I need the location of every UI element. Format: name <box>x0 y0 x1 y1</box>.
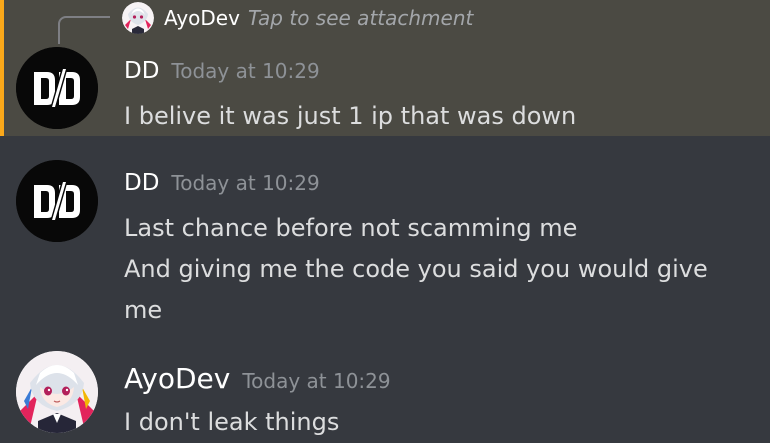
reply-avatar-icon[interactable] <box>122 2 154 34</box>
reply-connector <box>58 16 110 44</box>
message-header: AyoDev Today at 10:29 <box>124 362 391 395</box>
dd-logo-avatar-icon[interactable] <box>16 47 98 129</box>
message-line: me <box>124 296 163 324</box>
mention-accent-bar <box>0 0 4 136</box>
message-line: And giving me the code you said you woul… <box>124 255 708 283</box>
message-line: I belive it was just 1 ip that was down <box>124 102 577 130</box>
message-line: I don't leak things <box>124 408 340 436</box>
anime-character-avatar-icon[interactable] <box>16 351 98 433</box>
message-content: I belive it was just 1 ip that was down <box>124 96 576 137</box>
reply-username[interactable]: AyoDev <box>164 6 240 30</box>
message-timestamp: Today at 10:29 <box>242 369 391 393</box>
message-username[interactable]: DD <box>124 58 159 84</box>
message-line: Last chance before not scamming me <box>124 214 578 242</box>
message-content: Last chance before not scamming me And g… <box>124 208 708 331</box>
message-content: I don't leak things <box>124 402 339 443</box>
message-username[interactable]: AyoDev <box>124 362 230 395</box>
dd-logo-avatar-icon[interactable] <box>16 160 98 242</box>
message-list[interactable]: AyoDev Tap to see attachment DD Today at… <box>0 0 770 438</box>
reply-preview[interactable]: AyoDev Tap to see attachment <box>122 2 473 34</box>
message-timestamp: Today at 10:29 <box>171 171 320 195</box>
message-header: DD Today at 10:29 <box>124 58 320 84</box>
message-timestamp: Today at 10:29 <box>171 59 320 83</box>
reply-text[interactable]: Tap to see attachment <box>248 6 473 30</box>
message-header: DD Today at 10:29 <box>124 170 320 196</box>
message-username[interactable]: DD <box>124 170 159 196</box>
